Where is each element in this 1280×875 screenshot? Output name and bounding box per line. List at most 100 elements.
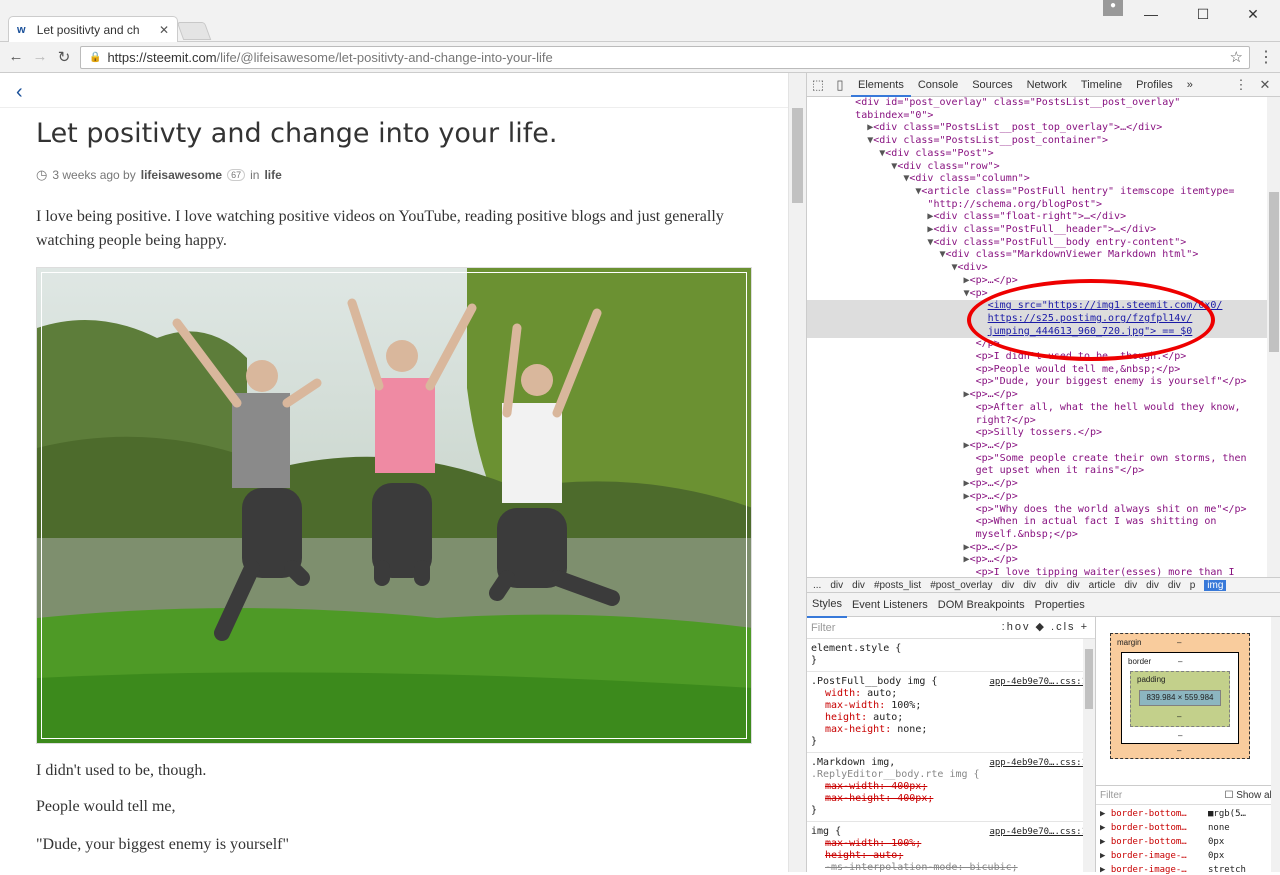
- dom-node[interactable]: ▼<div class="column">: [807, 173, 1280, 186]
- breadcrumb-item[interactable]: p: [1190, 580, 1196, 591]
- computed-filter[interactable]: Filter ☐ Show all: [1096, 785, 1280, 805]
- dom-node[interactable]: <p>After all, what the hell would they k…: [807, 402, 1280, 415]
- breadcrumb-item[interactable]: article: [1089, 580, 1116, 591]
- breadcrumb-item[interactable]: img: [1204, 579, 1227, 591]
- css-property[interactable]: max-height: none;: [811, 724, 1091, 736]
- dom-node[interactable]: ▶<p>…</p>: [807, 389, 1280, 402]
- inspect-element-icon[interactable]: ⬚: [807, 77, 829, 93]
- author-link[interactable]: lifeisawesome: [141, 168, 222, 182]
- styles-filter-input[interactable]: Filter: [811, 622, 835, 634]
- computed-row[interactable]: ▶ border-bottom… ■rgb(5…: [1100, 809, 1246, 819]
- scrollbar-thumb[interactable]: [1269, 192, 1279, 352]
- forward-icon[interactable]: →: [30, 48, 50, 65]
- dom-node[interactable]: ▶<p>…</p>: [807, 542, 1280, 555]
- browser-menu-icon[interactable]: ⋮: [1258, 47, 1274, 67]
- reload-icon[interactable]: ↻: [54, 48, 74, 66]
- category-link[interactable]: life: [264, 168, 281, 182]
- breadcrumb-item[interactable]: #post_overlay: [930, 580, 992, 591]
- close-window-icon[interactable]: ✕: [1238, 6, 1268, 23]
- dom-node[interactable]: ▼<article class="PostFull hentry" itemsc…: [807, 186, 1280, 199]
- tab-network[interactable]: Network: [1020, 73, 1074, 97]
- dom-node[interactable]: ▼<div class="PostsList__post_container">: [807, 135, 1280, 148]
- dom-node[interactable]: ▼<div class="MarkdownViewer Markdown htm…: [807, 249, 1280, 262]
- styles-filter[interactable]: Filter :hov ◆ .cls +: [807, 617, 1095, 639]
- dom-node[interactable]: <p>"Some people create their own storms,…: [807, 453, 1280, 466]
- dom-node[interactable]: get upset when it rains"</p>: [807, 465, 1280, 478]
- dom-scrollbar[interactable]: [1267, 97, 1280, 577]
- more-tabs-icon[interactable]: »: [1180, 73, 1200, 97]
- bookmark-star-icon[interactable]: ☆: [1230, 48, 1243, 66]
- dom-node[interactable]: myself.&nbsp;</p>: [807, 529, 1280, 542]
- new-tab-button[interactable]: [176, 22, 212, 40]
- show-all-checkbox[interactable]: ☐ Show all: [1224, 790, 1274, 801]
- breadcrumb-item[interactable]: div: [1168, 580, 1181, 591]
- dom-node[interactable]: <div id="post_overlay" class="PostsList_…: [807, 97, 1280, 110]
- breadcrumb-item[interactable]: div: [1001, 580, 1014, 591]
- back-chevron-icon[interactable]: ‹: [16, 81, 23, 104]
- tab-event-listeners[interactable]: Event Listeners: [847, 593, 933, 617]
- css-property[interactable]: max-width: 400px;: [811, 781, 1091, 793]
- breadcrumb-item[interactable]: div: [1067, 580, 1080, 591]
- devtools-menu-icon[interactable]: ⋮: [1230, 77, 1252, 93]
- post-image[interactable]: [36, 267, 752, 744]
- breadcrumb-item[interactable]: div: [852, 580, 865, 591]
- dom-node[interactable]: ▼<div>: [807, 262, 1280, 275]
- css-property[interactable]: max-height: 400px;: [811, 793, 1091, 805]
- dom-node[interactable]: "http://schema.org/blogPost">: [807, 199, 1280, 212]
- browser-tab[interactable]: ᴡ Let positivty and ch ✕: [8, 16, 178, 42]
- dom-node[interactable]: ▶<div class="float-right">…</div>: [807, 211, 1280, 224]
- dom-node[interactable]: ▼<div class="row">: [807, 161, 1280, 174]
- maximize-icon[interactable]: ☐: [1188, 6, 1218, 23]
- tab-properties[interactable]: Properties: [1030, 593, 1090, 617]
- rule-source-link[interactable]: app-4eb9e70….css:1: [989, 757, 1087, 769]
- scrollbar-thumb[interactable]: [1085, 649, 1093, 709]
- breadcrumb-item[interactable]: #posts_list: [874, 580, 921, 591]
- dom-node[interactable]: ▶<p>…</p>: [807, 554, 1280, 567]
- dom-node[interactable]: <p>I love tipping waiter(esses) more tha…: [807, 567, 1280, 577]
- close-devtools-icon[interactable]: ✕: [1254, 77, 1276, 93]
- dom-node[interactable]: ▶<p>…</p>: [807, 440, 1280, 453]
- styles-scrollbar[interactable]: [1083, 639, 1095, 872]
- computed-row[interactable]: ▶ border-image-… stretch: [1100, 865, 1246, 875]
- computed-filter-input[interactable]: Filter: [1100, 790, 1122, 801]
- tab-styles[interactable]: Styles: [807, 592, 847, 618]
- dom-node[interactable]: <p>"Why does the world always shit on me…: [807, 504, 1280, 517]
- breadcrumb-item[interactable]: ...: [813, 580, 821, 591]
- dom-node[interactable]: ▶<p>…</p>: [807, 478, 1280, 491]
- css-property[interactable]: height: auto;: [811, 712, 1091, 724]
- tab-sources[interactable]: Sources: [965, 73, 1019, 97]
- rule-source-link[interactable]: app-4eb9e70….css:1: [989, 676, 1087, 688]
- dom-node[interactable]: <p>When in actual fact I was shitting on: [807, 516, 1280, 529]
- dom-node[interactable]: ▶<p>…</p>: [807, 491, 1280, 504]
- dom-node[interactable]: tabindex="0">: [807, 110, 1280, 123]
- device-toggle-icon[interactable]: ▯: [829, 77, 851, 93]
- dom-node[interactable]: ▼<div class="PostFull__body entry-conten…: [807, 237, 1280, 250]
- dom-node[interactable]: ▶<div class="PostFull__header">…</div>: [807, 224, 1280, 237]
- css-property[interactable]: max-width: 100%;: [811, 700, 1091, 712]
- dom-node[interactable]: <p>People would tell me,&nbsp;</p>: [807, 364, 1280, 377]
- computed-row[interactable]: ▶ border-bottom… 0px: [1100, 837, 1224, 847]
- dom-node[interactable]: ▶<div class="PostsList__post_top_overlay…: [807, 122, 1280, 135]
- tab-elements[interactable]: Elements: [851, 73, 911, 97]
- css-property[interactable]: width: auto;: [811, 688, 1091, 700]
- breadcrumb-item[interactable]: div: [830, 580, 843, 591]
- breadcrumb-item[interactable]: div: [1124, 580, 1137, 591]
- dom-node[interactable]: right?</p>: [807, 415, 1280, 428]
- breadcrumb-item[interactable]: div: [1023, 580, 1036, 591]
- profile-icon[interactable]: ●: [1103, 0, 1123, 16]
- tab-timeline[interactable]: Timeline: [1074, 73, 1129, 97]
- tab-dom-breakpoints[interactable]: DOM Breakpoints: [933, 593, 1030, 617]
- css-property[interactable]: max-width: 100%;: [811, 838, 1091, 850]
- breadcrumb-item[interactable]: div: [1045, 580, 1058, 591]
- tab-profiles[interactable]: Profiles: [1129, 73, 1180, 97]
- tab-console[interactable]: Console: [911, 73, 965, 97]
- computed-row[interactable]: ▶ border-image-… 0px: [1100, 851, 1224, 861]
- computed-scrollbar[interactable]: [1271, 617, 1280, 872]
- dom-node[interactable]: <p>Silly tossers.</p>: [807, 427, 1280, 440]
- page-scrollbar[interactable]: [788, 73, 806, 872]
- styles-tools[interactable]: :hov ◆ .cls +: [1002, 621, 1089, 633]
- dom-node[interactable]: <p>"Dude, your biggest enemy is yourself…: [807, 376, 1280, 389]
- css-property[interactable]: height: auto;: [811, 850, 1091, 862]
- dom-node[interactable]: ▼<div class="Post">: [807, 148, 1280, 161]
- breadcrumb-item[interactable]: div: [1146, 580, 1159, 591]
